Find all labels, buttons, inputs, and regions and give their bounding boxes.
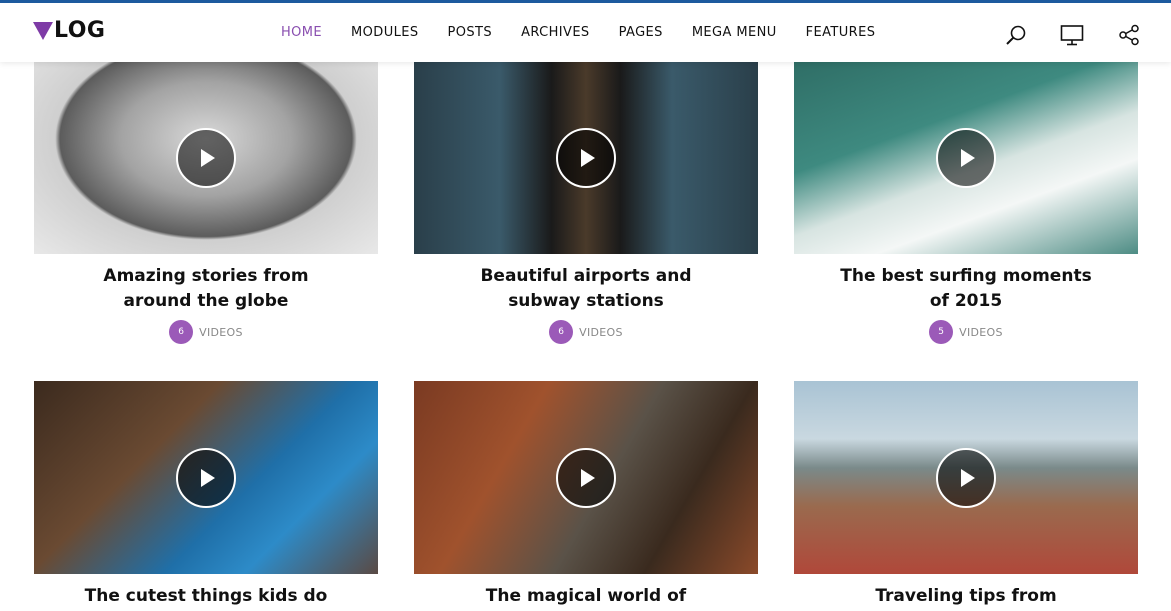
nav-item-home[interactable]: HOME (281, 25, 322, 40)
nav-item-features[interactable]: FEATURES (806, 25, 876, 40)
share-icon[interactable] (1117, 23, 1141, 47)
logo-v-mark (33, 22, 53, 40)
video-card: The magical world of (414, 381, 758, 609)
nav-item-posts[interactable]: POSTS (448, 25, 493, 40)
video-card: The cutest things kids do (34, 381, 378, 609)
video-thumbnail-iguana[interactable] (414, 381, 758, 574)
card-meta: 5 VIDEOS (794, 320, 1138, 344)
play-icon (961, 469, 975, 487)
play-icon (961, 149, 975, 167)
video-count-badge: 5 (929, 320, 954, 344)
card-title[interactable]: The best surfing moments of 2015 (794, 264, 1138, 314)
video-card: Amazing stories from around the globe 6 … (34, 62, 378, 344)
play-icon (201, 469, 215, 487)
card-title[interactable]: Beautiful airports and subway stations (414, 264, 758, 314)
video-count-badge: 6 (169, 320, 194, 344)
play-icon (201, 149, 215, 167)
video-thumbnail-traveler[interactable] (794, 381, 1138, 574)
main-menu: HOME MODULES POSTS ARCHIVES PAGES MEGA M… (281, 25, 904, 40)
play-icon (581, 149, 595, 167)
play-button[interactable] (556, 448, 616, 508)
video-thumbnail-subway[interactable] (414, 62, 758, 254)
play-button[interactable] (176, 128, 236, 188)
nav-item-mega-menu[interactable]: MEGA MENU (692, 25, 777, 40)
card-meta: 6 VIDEOS (34, 320, 378, 344)
card-title[interactable]: Traveling tips from (794, 584, 1138, 609)
search-icon[interactable] (1004, 23, 1028, 47)
monitor-icon[interactable] (1060, 23, 1084, 47)
play-button[interactable] (176, 448, 236, 508)
videos-label: VIDEOS (199, 325, 243, 339)
video-thumbnail-kid[interactable] (34, 381, 378, 574)
video-card: Traveling tips from (794, 381, 1138, 609)
card-title[interactable]: Amazing stories from around the globe (34, 264, 378, 314)
video-card: The best surfing moments of 2015 5 VIDEO… (794, 62, 1138, 344)
video-count-badge: 6 (549, 320, 574, 344)
video-thumbnail-surfing[interactable] (794, 62, 1138, 254)
card-title[interactable]: The magical world of (414, 584, 758, 609)
card-meta: 6 VIDEOS (414, 320, 758, 344)
nav-item-archives[interactable]: ARCHIVES (521, 25, 590, 40)
videos-label: VIDEOS (959, 325, 1003, 339)
video-card: Beautiful airports and subway stations 6… (414, 62, 758, 344)
top-navigation-bar: LOG HOME MODULES POSTS ARCHIVES PAGES ME… (0, 0, 1171, 62)
logo-text: LOG (54, 18, 106, 43)
video-thumbnail-old-man[interactable] (34, 62, 378, 254)
play-button[interactable] (556, 128, 616, 188)
videos-label: VIDEOS (579, 325, 623, 339)
play-button[interactable] (936, 128, 996, 188)
nav-item-pages[interactable]: PAGES (619, 25, 663, 40)
card-title[interactable]: The cutest things kids do (34, 584, 378, 609)
nav-item-modules[interactable]: MODULES (351, 25, 418, 40)
play-button[interactable] (936, 448, 996, 508)
play-icon (581, 469, 595, 487)
site-logo[interactable]: LOG (33, 20, 106, 42)
